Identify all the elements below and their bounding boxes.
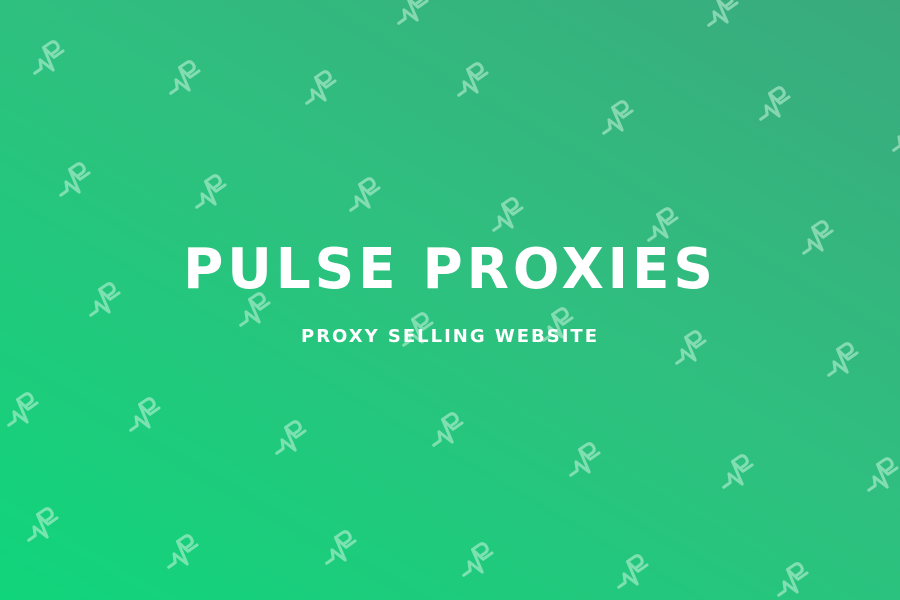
pulse-proxies-logo-icon: [554, 432, 610, 488]
pulse-proxies-logo-icon: [12, 497, 68, 553]
pulse-proxies-logo-icon: [587, 90, 643, 146]
pulse-proxies-logo-icon: [744, 76, 800, 132]
pulse-proxies-logo-icon: [152, 524, 208, 580]
brand-subtitle: PROXY SELLING WEBSITE: [301, 326, 599, 347]
pulse-proxies-logo-icon: [290, 60, 346, 116]
brand-title: PULSE PROXIES: [183, 237, 717, 302]
pulse-proxies-logo-icon: [417, 402, 473, 458]
pulse-proxies-logo-icon: [44, 152, 100, 208]
pulse-proxies-logo-icon: [0, 382, 48, 438]
pulse-proxies-logo-icon: [602, 544, 658, 600]
pulse-proxies-logo-icon: [442, 52, 498, 108]
pulse-proxies-logo-icon: [877, 107, 900, 163]
banner: PULSE PROXIES PROXY SELLING WEBSITE: [0, 0, 900, 600]
pulse-proxies-logo-icon: [447, 532, 503, 588]
pulse-proxies-logo-icon: [707, 444, 763, 500]
pulse-proxies-logo-icon: [852, 447, 900, 503]
pulse-proxies-logo-icon: [18, 30, 74, 86]
pulse-proxies-logo-icon: [762, 552, 818, 600]
pulse-proxies-logo-icon: [260, 410, 316, 466]
pulse-proxies-logo-icon: [310, 520, 366, 576]
headline-block: PULSE PROXIES PROXY SELLING WEBSITE: [0, 230, 900, 350]
pulse-proxies-logo-icon: [334, 167, 390, 223]
pulse-proxies-logo-icon: [114, 387, 170, 443]
pulse-proxies-logo-icon: [180, 164, 236, 220]
pulse-proxies-logo-icon: [154, 50, 210, 106]
pulse-proxies-logo-icon: [692, 0, 748, 38]
pulse-proxies-logo-icon: [382, 0, 438, 36]
